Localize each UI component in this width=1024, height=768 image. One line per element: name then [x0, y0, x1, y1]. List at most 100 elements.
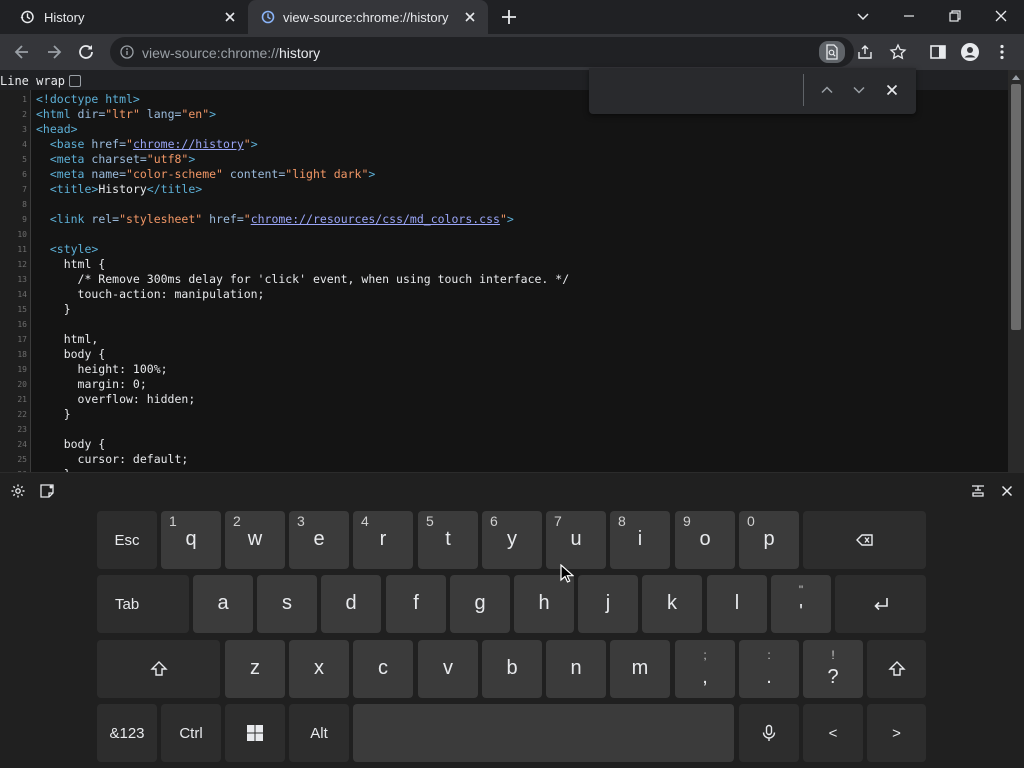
- key-g[interactable]: g: [450, 575, 510, 633]
- tab-view-source[interactable]: view-source:chrome://history: [248, 0, 488, 34]
- key-x[interactable]: x: [289, 640, 349, 698]
- keyboard-settings-gear-icon[interactable]: [10, 483, 26, 499]
- menu-kebab-icon[interactable]: [992, 42, 1012, 62]
- key-y[interactable]: y6: [482, 511, 542, 569]
- key-p[interactable]: p0: [739, 511, 799, 569]
- code-token: <html: [36, 107, 78, 121]
- key-symbols[interactable]: &123: [97, 704, 157, 762]
- key-e[interactable]: e3: [289, 511, 349, 569]
- line-number: 15: [17, 305, 27, 314]
- info-icon[interactable]: [120, 45, 134, 59]
- url-text[interactable]: view-source:chrome://history: [142, 45, 320, 61]
- new-tab-icon[interactable]: [500, 8, 518, 26]
- source-link[interactable]: chrome://resources/css/md_colors.css: [251, 212, 500, 226]
- key-d[interactable]: d: [321, 575, 381, 633]
- close-tab-icon[interactable]: [223, 10, 237, 24]
- line-wrap-toggle[interactable]: Line wrap: [0, 73, 82, 89]
- find-input[interactable]: [597, 76, 797, 104]
- keyboard-close-icon[interactable]: [999, 483, 1015, 499]
- key-symbol: ?: [827, 666, 839, 688]
- line-code: overflow: hidden;: [36, 392, 196, 407]
- find-previous-chevron-up-icon[interactable]: [820, 83, 834, 97]
- key-ctrl[interactable]: Ctrl: [161, 704, 221, 762]
- minimize-icon[interactable]: [901, 8, 917, 24]
- key-l[interactable]: l: [707, 575, 767, 633]
- key-space[interactable]: [353, 704, 734, 762]
- key-shift-left[interactable]: [97, 640, 220, 698]
- tab-search-chevron-icon[interactable]: [855, 8, 871, 24]
- key-comma[interactable]: ;,: [675, 640, 735, 698]
- line-code: <title>History</title>: [36, 182, 202, 197]
- vertical-scrollbar[interactable]: [1008, 70, 1024, 472]
- code-token: >: [368, 167, 376, 181]
- key-r[interactable]: r4: [353, 511, 413, 569]
- line-code: html {: [36, 257, 106, 272]
- profile-avatar-icon[interactable]: [960, 42, 980, 62]
- key-period[interactable]: :.: [739, 640, 799, 698]
- tab-history[interactable]: History: [0, 0, 248, 34]
- key-tab[interactable]: Tab: [97, 575, 189, 633]
- line-number: 12: [17, 260, 27, 269]
- reload-icon[interactable]: [76, 42, 96, 62]
- key-z[interactable]: z: [225, 640, 285, 698]
- key-alt[interactable]: Alt: [289, 704, 349, 762]
- key-question[interactable]: !?: [803, 640, 863, 698]
- forward-icon[interactable]: [44, 42, 64, 62]
- close-window-icon[interactable]: [993, 8, 1009, 24]
- key-mic[interactable]: [739, 704, 799, 762]
- code-token: </title>: [146, 182, 203, 196]
- source-line: 22 }: [0, 407, 1008, 422]
- key-right[interactable]: >: [867, 704, 926, 762]
- key-enter[interactable]: [835, 575, 926, 633]
- key-k[interactable]: k: [642, 575, 702, 633]
- find-active-button[interactable]: [819, 41, 845, 63]
- code-token: html {: [36, 257, 106, 271]
- key-number-hint: 7: [554, 513, 562, 529]
- line-wrap-checkbox[interactable]: [69, 75, 82, 87]
- bookmark-star-icon[interactable]: [889, 43, 907, 61]
- key-j[interactable]: j: [578, 575, 638, 633]
- key-letter: a: [217, 592, 229, 614]
- key-shift-right[interactable]: [867, 640, 926, 698]
- key-esc[interactable]: Esc: [97, 511, 157, 569]
- emoji-sticker-icon[interactable]: [39, 483, 55, 499]
- share-icon[interactable]: [856, 43, 874, 61]
- find-next-chevron-down-icon[interactable]: [852, 83, 866, 97]
- key-n[interactable]: n: [546, 640, 606, 698]
- key-q[interactable]: q1: [161, 511, 221, 569]
- key-c[interactable]: c: [353, 640, 413, 698]
- key-a[interactable]: a: [193, 575, 253, 633]
- find-close-icon[interactable]: [885, 83, 899, 97]
- key-t[interactable]: t5: [418, 511, 478, 569]
- key-f[interactable]: f: [386, 575, 446, 633]
- key-v[interactable]: v: [418, 640, 478, 698]
- source-code-view[interactable]: 1 <!doctype html> 2 <html dir="ltr" lang="e…: [0, 90, 1008, 472]
- source-link[interactable]: chrome://history: [133, 137, 244, 151]
- restore-icon[interactable]: [947, 8, 963, 24]
- key-left[interactable]: <: [803, 704, 863, 762]
- key-s[interactable]: s: [257, 575, 317, 633]
- key-u[interactable]: u7: [546, 511, 606, 569]
- key-i[interactable]: i8: [610, 511, 670, 569]
- address-bar[interactable]: view-source:chrome://history: [110, 37, 907, 67]
- key-w[interactable]: w2: [225, 511, 285, 569]
- source-line: 6 <meta name="color-scheme" content="lig…: [0, 167, 1008, 182]
- key-o[interactable]: o9: [675, 511, 735, 569]
- key-windows[interactable]: [225, 704, 285, 762]
- key-number-hint: 0: [747, 513, 755, 529]
- key-b[interactable]: b: [482, 640, 542, 698]
- scrollbar-thumb[interactable]: [1011, 84, 1021, 330]
- scroll-up-arrow-icon[interactable]: [1012, 74, 1020, 80]
- back-icon[interactable]: [12, 42, 32, 62]
- code-token: <base: [49, 137, 92, 151]
- loading-icon: [261, 10, 275, 24]
- keyboard-dock-icon[interactable]: [970, 483, 986, 499]
- enter-icon: [873, 598, 888, 611]
- key-apostrophe[interactable]: " ': [771, 575, 831, 633]
- key-backspace[interactable]: [803, 511, 926, 569]
- key-m[interactable]: m: [610, 640, 670, 698]
- side-panel-icon[interactable]: [928, 42, 948, 62]
- key-symbol: ,: [702, 666, 708, 688]
- close-tab-icon[interactable]: [463, 10, 477, 24]
